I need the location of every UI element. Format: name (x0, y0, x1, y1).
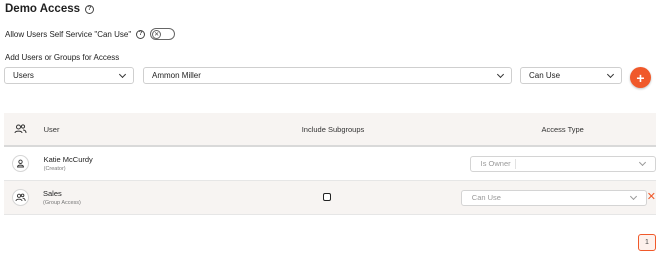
table-header: User Include Subgroups Access Type (4, 113, 656, 147)
help-icon[interactable]: ? (85, 4, 95, 14)
column-header-user: User (43, 124, 60, 134)
user-role: (Group Access) (42, 200, 81, 206)
help-icon[interactable]: ? (136, 29, 146, 39)
users-icon (14, 124, 27, 134)
principal-type-value: Users (13, 71, 34, 80)
column-header-access-type: Access Type (541, 124, 584, 134)
chevron-down-icon (496, 70, 505, 78)
access-table: User Include Subgroups Access Type Katie… (4, 113, 656, 215)
access-type-value: Is Owner (480, 159, 511, 168)
page-title: Demo Access ? (5, 3, 95, 15)
self-service-toggle[interactable]: ✕ (150, 28, 176, 40)
add-users-label: Add Users or Groups for Access (5, 53, 120, 62)
self-service-row: Allow Users Self Service "Can Use" ? ✕ (5, 28, 176, 40)
user-select[interactable]: Ammon Miller (143, 67, 512, 84)
access-type-select: Is Owner (469, 155, 656, 172)
user-role: (Creator) (43, 166, 66, 172)
chevron-down-icon (606, 70, 615, 78)
group-icon (15, 193, 26, 202)
table-row: Sales (Group Access) Can Use ✕ (4, 181, 656, 215)
remove-access-icon[interactable]: ✕ (647, 192, 656, 203)
toggle-off-icon: ✕ (152, 30, 162, 39)
avatar (11, 189, 29, 206)
pagination-page-button[interactable]: 1 (638, 234, 656, 251)
principal-type-select[interactable]: Users (4, 67, 134, 84)
include-subgroups-checkbox[interactable] (323, 192, 332, 201)
user-name: Katie McCurdy (43, 155, 93, 164)
chevron-down-icon (118, 70, 127, 78)
add-access-button[interactable]: + (630, 67, 651, 88)
self-service-label: Allow Users Self Service "Can Use" (5, 29, 132, 39)
chevron-down-icon (638, 158, 646, 166)
access-level-select[interactable]: Can Use (520, 67, 622, 84)
avatar (12, 155, 30, 172)
access-type-value: Can Use (471, 193, 501, 202)
user-select-value: Ammon Miller (152, 71, 201, 80)
column-header-include-subgroups: Include Subgroups (301, 124, 365, 134)
access-type-select[interactable]: Can Use (460, 189, 647, 206)
user-icon (17, 159, 25, 168)
access-level-value: Can Use (529, 71, 561, 80)
user-name: Sales (42, 189, 62, 198)
chevron-down-icon (629, 192, 637, 200)
page-title-text: Demo Access (5, 3, 81, 15)
table-row: Katie McCurdy (Creator) Is Owner (4, 147, 656, 181)
